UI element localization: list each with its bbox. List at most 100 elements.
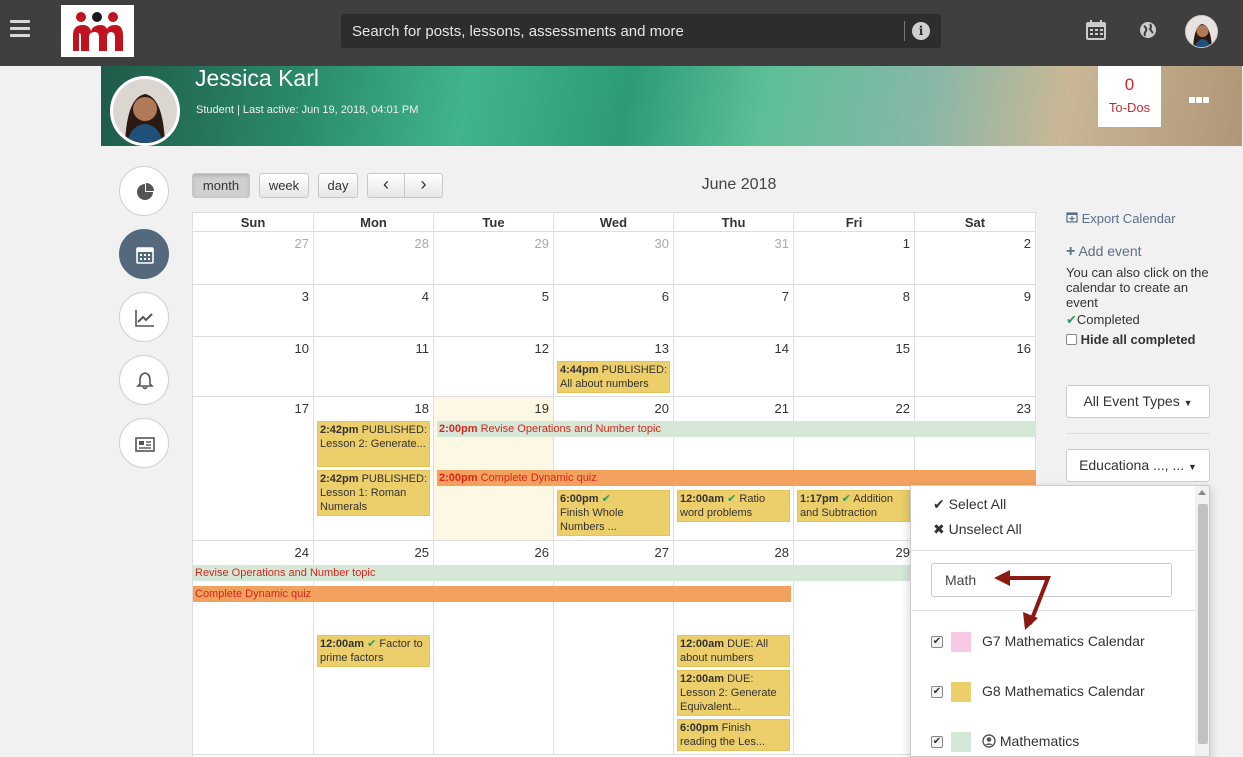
day-cell[interactable]: 13 4:44pm PUBLISHED: All about numbers — [554, 337, 674, 396]
calendar-event[interactable]: 4:44pm PUBLISHED: All about numbers — [557, 361, 670, 393]
day-cell[interactable]: 1 — [794, 232, 915, 284]
day-cell[interactable]: 4 — [314, 285, 434, 336]
day-cell[interactable]: 2 — [915, 232, 1036, 284]
scroll-up-icon[interactable] — [1198, 490, 1206, 495]
profile-name: Jessica Karl — [195, 66, 319, 91]
calendar-event[interactable]: 6:00pm ✔ Finish Whole Numbers ... — [557, 490, 670, 536]
search-input[interactable] — [341, 14, 901, 48]
calendar-event[interactable]: 12:00am ✔ Factor to prime factors — [317, 635, 430, 667]
calendar-event[interactable]: 6:00pm Finish reading the Les... — [677, 719, 790, 751]
menu-icon[interactable] — [10, 20, 30, 38]
calendar-event[interactable]: 12:00am DUE: All about numbers — [677, 635, 790, 667]
day-cell[interactable]: 5 — [434, 285, 554, 336]
globe-icon[interactable] — [1137, 19, 1159, 41]
day-cell[interactable]: 17 — [193, 397, 314, 540]
day-cell[interactable]: 7 — [674, 285, 794, 336]
calendar-event[interactable]: 2:42pm PUBLISHED: Lesson 1: Roman Numera… — [317, 470, 430, 516]
day-cell[interactable]: 31 — [674, 232, 794, 284]
day-cell[interactable]: 9 — [915, 285, 1036, 336]
dashboard-button[interactable] — [119, 166, 169, 216]
day-view-button[interactable]: day — [318, 173, 358, 198]
select-all-option[interactable]: ✔ Select All — [933, 496, 1006, 513]
day-cell[interactable]: 10 — [193, 337, 314, 396]
todos-card[interactable]: 0 To-Dos — [1098, 66, 1161, 127]
calendar-checkbox[interactable]: ✔ — [931, 736, 943, 748]
calendar-option-label[interactable]: G7 Mathematics Calendar — [982, 633, 1145, 649]
line-chart-icon — [135, 310, 154, 327]
calendar-event[interactable]: 2:00pm Revise Operations and Number topi… — [437, 421, 1036, 437]
day-number: 27 — [654, 545, 669, 560]
calendars-dropdown-label: Educationa ..., ... — [1079, 457, 1185, 473]
calendar-option-label[interactable]: G8 Mathematics Calendar — [982, 683, 1145, 699]
day-cell[interactable]: 11 — [314, 337, 434, 396]
calendar-event[interactable]: Complete Dynamic quiz — [193, 586, 791, 602]
analytics-button[interactable] — [119, 292, 169, 342]
day-cell[interactable]: 30 — [554, 232, 674, 284]
prev-month-button[interactable]: ‹ — [367, 173, 405, 198]
dow-mon: Mon — [314, 213, 434, 232]
menu-divider — [911, 550, 1195, 551]
day-cell[interactable]: 29 — [434, 232, 554, 284]
news-button[interactable] — [119, 418, 169, 468]
annotation-arrow-icon — [994, 570, 1051, 630]
day-cell[interactable]: 14 — [674, 337, 794, 396]
info-icon[interactable]: i — [912, 22, 930, 40]
calendars-dropdown[interactable]: Educationa ..., ... ▼ — [1066, 449, 1210, 482]
dow-thu: Thu — [674, 213, 794, 232]
calendar-event[interactable]: 1:17pm ✔ Addition and Subtraction — [797, 490, 910, 522]
check-icon: ✔ — [841, 493, 851, 505]
calendar-nav-button[interactable] — [119, 229, 169, 279]
event-title: Complete Dynamic quiz — [480, 472, 597, 484]
day-number: 3 — [301, 289, 309, 304]
calendar-event[interactable]: 2:00pm Complete Dynamic quiz — [437, 470, 1036, 486]
more-options-icon[interactable] — [1189, 91, 1213, 103]
day-cell-today[interactable]: 19 — [434, 397, 554, 540]
add-event-hint: You can also click on the calendar to cr… — [1066, 265, 1209, 310]
calendar-checkbox[interactable]: ✔ — [931, 636, 943, 648]
calendar-icon[interactable] — [1085, 19, 1107, 41]
unselect-all-option[interactable]: ✖ Unselect All — [933, 521, 1022, 538]
user-avatar[interactable] — [1185, 15, 1218, 48]
day-cell[interactable]: 27 — [193, 232, 314, 284]
event-title: Revise Operations and Number topic — [195, 567, 376, 579]
day-number: 15 — [895, 341, 910, 356]
day-cell[interactable]: 15 — [794, 337, 915, 396]
next-month-button[interactable]: › — [404, 173, 443, 198]
export-calendar-label: Export Calendar — [1081, 211, 1176, 226]
hide-completed-toggle[interactable]: Hide all completed — [1066, 332, 1196, 347]
calendar-option-label: Mathematics — [999, 733, 1080, 749]
day-number: 20 — [654, 401, 669, 416]
day-number: 28 — [774, 545, 789, 560]
month-view-button[interactable]: month — [192, 173, 250, 198]
event-title: Complete Dynamic quiz — [195, 588, 312, 600]
app-logo[interactable] — [61, 5, 134, 57]
add-event-link[interactable]: + Add event — [1066, 243, 1142, 261]
week-view-button[interactable]: week — [259, 173, 309, 198]
day-cell[interactable]: 18 2:42pm PUBLISHED: Lesson 2: Generate.… — [314, 397, 434, 540]
calendar-color-swatch — [951, 682, 971, 702]
calendar-event[interactable]: 2:42pm PUBLISHED: Lesson 2: Generate... — [317, 421, 430, 467]
calendar-event[interactable]: 12:00am DUE: Lesson 2: Generate Equivale… — [677, 670, 790, 716]
day-number: 24 — [294, 545, 309, 560]
event-time: 6:00pm — [680, 722, 719, 734]
calendar-event[interactable]: 12:00am ✔ Ratio word problems — [677, 490, 790, 522]
day-cell[interactable]: 28 — [314, 232, 434, 284]
check-icon: ✔ — [1066, 312, 1077, 327]
hide-completed-checkbox[interactable] — [1066, 334, 1077, 345]
day-cell[interactable]: 16 — [915, 337, 1036, 396]
x-icon: ✖ — [933, 521, 945, 537]
event-types-dropdown[interactable]: All Event Types ▼ — [1066, 385, 1210, 418]
day-cell[interactable]: 6 — [554, 285, 674, 336]
export-calendar-link[interactable]: Export Calendar — [1066, 211, 1176, 226]
day-cell[interactable]: 3 — [193, 285, 314, 336]
notifications-button[interactable] — [119, 355, 169, 405]
event-time: 12:00am — [680, 638, 725, 650]
calendar-checkbox[interactable]: ✔ — [931, 686, 943, 698]
profile-subtitle: Student | Last active: Jun 19, 2018, 04:… — [196, 104, 419, 116]
menu-scroll-thumb[interactable] — [1198, 504, 1208, 744]
day-number: 6 — [661, 289, 669, 304]
calendar-nav-icon — [136, 247, 154, 264]
day-cell[interactable]: 12 — [434, 337, 554, 396]
calendar-option[interactable]: Mathematics — [982, 733, 1079, 749]
day-cell[interactable]: 8 — [794, 285, 915, 336]
